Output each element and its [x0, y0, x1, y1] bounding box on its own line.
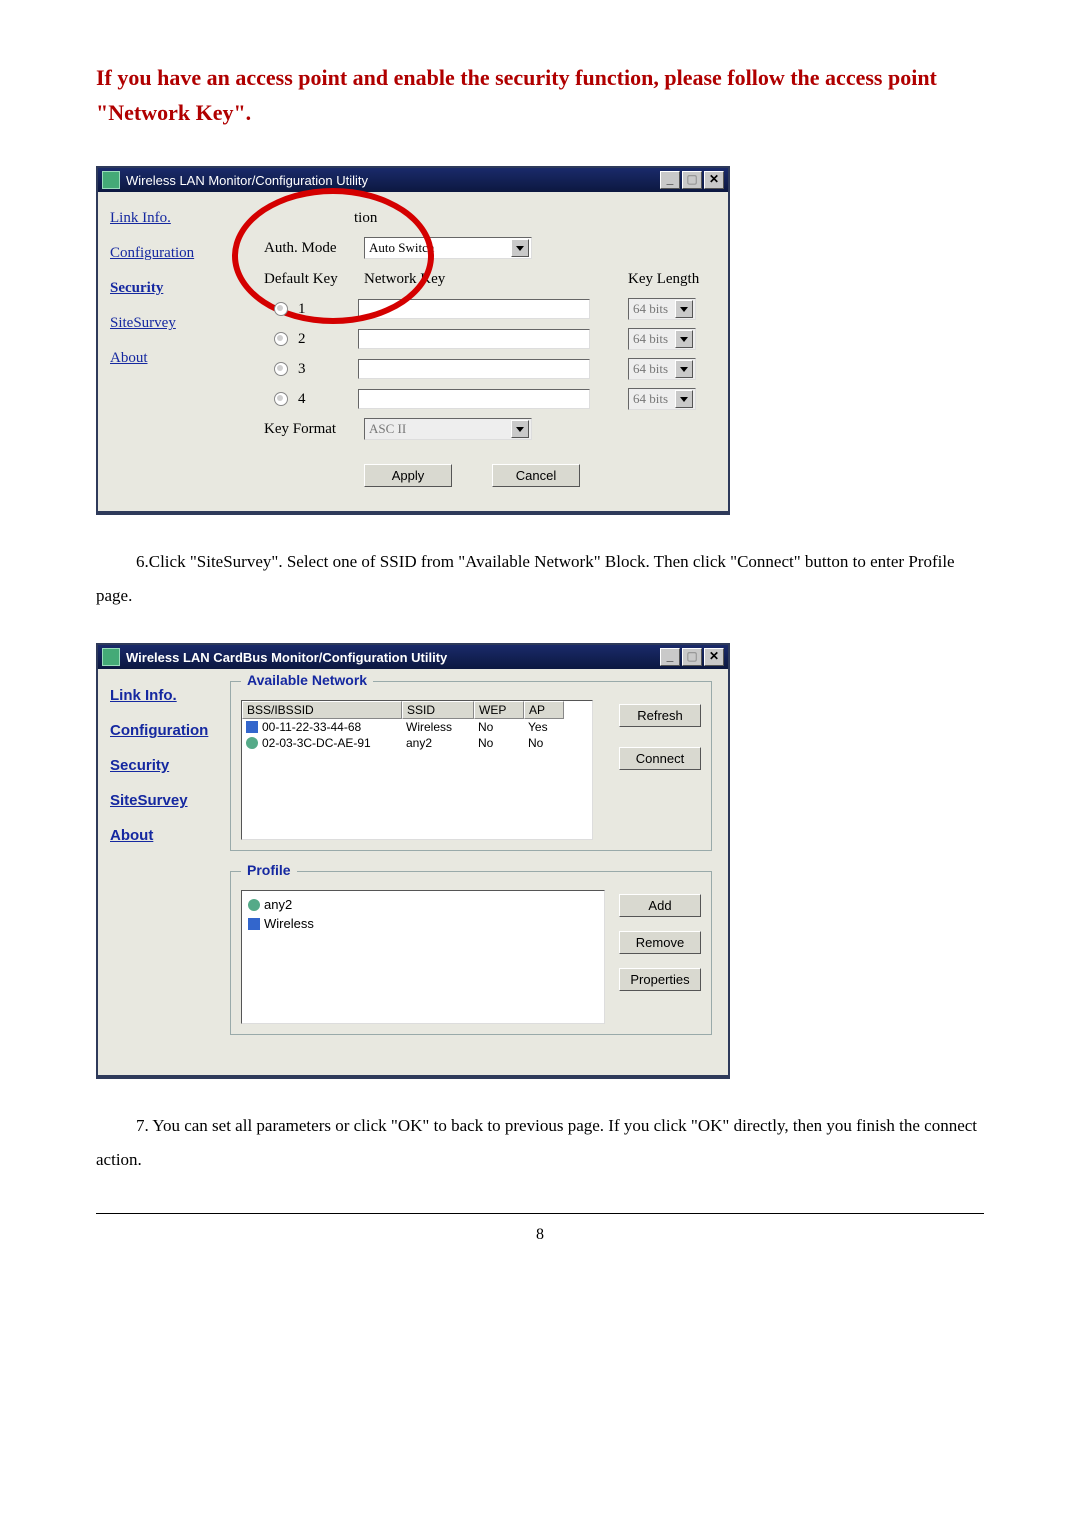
screenshot-sitesurvey: Wireless LAN CardBus Monitor/Configurati…: [96, 643, 730, 1079]
profile-legend: Profile: [241, 862, 297, 878]
key-length-1[interactable]: 64 bits: [628, 298, 696, 320]
key-length-label: Key Length: [628, 271, 718, 288]
screenshot-security: Wireless LAN Monitor/Configuration Utili…: [96, 166, 730, 515]
network-list-header: BSS/IBSSID SSID WEP AP: [242, 701, 592, 719]
default-key-label: Default Key: [264, 271, 364, 288]
available-network-group: Available Network BSS/IBSSID SSID WEP AP…: [230, 681, 712, 851]
side-nav: Link Info. Configuration Security SiteSu…: [98, 669, 218, 1075]
maximize-button[interactable]: ▢: [682, 171, 702, 189]
minimize-button[interactable]: _: [660, 648, 680, 666]
network-icon: [246, 721, 258, 733]
col-ap[interactable]: AP: [524, 701, 564, 719]
network-icon: [246, 737, 258, 749]
nav-link-info[interactable]: Link Info.: [110, 687, 218, 704]
available-network-legend: Available Network: [241, 672, 373, 688]
profile-row[interactable]: any2: [248, 897, 598, 912]
col-bss[interactable]: BSS/IBSSID: [242, 701, 402, 719]
network-row[interactable]: 02-03-3C-DC-AE-91 any2 No No: [242, 735, 592, 751]
cancel-button[interactable]: Cancel: [492, 464, 580, 487]
chevron-down-icon: [511, 420, 529, 438]
key-input-2[interactable]: [358, 329, 590, 349]
nav-link-info[interactable]: Link Info.: [110, 210, 254, 227]
properties-button[interactable]: Properties: [619, 968, 701, 991]
key-radio-4[interactable]: [274, 392, 288, 406]
key-slot-1: 1: [298, 301, 318, 318]
key-slot-4: 4: [298, 391, 318, 408]
key-length-2[interactable]: 64 bits: [628, 328, 696, 350]
col-ssid[interactable]: SSID: [402, 701, 474, 719]
auth-mode-dropdown[interactable]: Auto Switch: [364, 237, 532, 259]
window-titlebar: Wireless LAN CardBus Monitor/Configurati…: [98, 645, 728, 669]
app-icon: [102, 648, 120, 666]
nav-security[interactable]: Security: [110, 757, 218, 774]
key-format-value: ASC II: [369, 421, 406, 437]
col-wep[interactable]: WEP: [474, 701, 524, 719]
refresh-button[interactable]: Refresh: [619, 704, 701, 727]
page-rule: [96, 1213, 984, 1214]
callout-note: If you have an access point and enable t…: [96, 60, 984, 130]
app-icon: [102, 171, 120, 189]
key-input-4[interactable]: [358, 389, 590, 409]
minimize-button[interactable]: _: [660, 171, 680, 189]
chevron-down-icon: [675, 300, 693, 318]
chevron-down-icon: [675, 330, 693, 348]
network-key-label: Network Key: [364, 271, 594, 288]
nav-about[interactable]: About: [110, 350, 254, 367]
key-input-1[interactable]: [358, 299, 590, 319]
window-title: Wireless LAN CardBus Monitor/Configurati…: [126, 650, 447, 665]
key-length-4[interactable]: 64 bits: [628, 388, 696, 410]
nav-configuration[interactable]: Configuration: [110, 245, 254, 262]
nav-sitesurvey[interactable]: SiteSurvey: [110, 792, 218, 809]
chevron-down-icon: [511, 239, 529, 257]
nav-sitesurvey[interactable]: SiteSurvey: [110, 315, 254, 332]
network-list[interactable]: BSS/IBSSID SSID WEP AP 00-11-22-33-44-68…: [241, 700, 593, 840]
connect-button[interactable]: Connect: [619, 747, 701, 770]
key-format-label: Key Format: [264, 421, 364, 438]
chevron-down-icon: [675, 390, 693, 408]
profile-group: Profile any2 Wireless Add Remove Propert…: [230, 871, 712, 1035]
key-length-3[interactable]: 64 bits: [628, 358, 696, 380]
step-6-text: 6.Click "SiteSurvey". Select one of SSID…: [96, 545, 984, 613]
key-format-dropdown[interactable]: ASC II: [364, 418, 532, 440]
close-button[interactable]: ✕: [704, 648, 724, 666]
side-nav: Link Info. Configuration Security SiteSu…: [98, 192, 254, 511]
window-titlebar: Wireless LAN Monitor/Configuration Utili…: [98, 168, 728, 192]
security-content: tion Auth. Mode Auto Switch Default Key …: [254, 192, 728, 511]
key-input-3[interactable]: [358, 359, 590, 379]
profile-icon: [248, 899, 260, 911]
maximize-button[interactable]: ▢: [682, 648, 702, 666]
auth-mode-label: Auth. Mode: [264, 240, 364, 257]
network-row[interactable]: 00-11-22-33-44-68 Wireless No Yes: [242, 719, 592, 735]
data-encryption-label: tion: [354, 210, 377, 227]
add-button[interactable]: Add: [619, 894, 701, 917]
page-number: 8: [96, 1226, 984, 1244]
nav-about[interactable]: About: [110, 827, 218, 844]
profile-list[interactable]: any2 Wireless: [241, 890, 605, 1024]
key-slot-3: 3: [298, 361, 318, 378]
auth-mode-value: Auto Switch: [369, 240, 434, 256]
chevron-down-icon: [675, 360, 693, 378]
key-radio-2[interactable]: [274, 332, 288, 346]
apply-button[interactable]: Apply: [364, 464, 452, 487]
key-slot-2: 2: [298, 331, 318, 348]
step-7-text: 7. You can set all parameters or click "…: [96, 1109, 984, 1177]
key-radio-3[interactable]: [274, 362, 288, 376]
key-radio-1[interactable]: [274, 302, 288, 316]
nav-security[interactable]: Security: [110, 280, 254, 297]
nav-configuration[interactable]: Configuration: [110, 722, 218, 739]
sitesurvey-content: Available Network BSS/IBSSID SSID WEP AP…: [218, 669, 728, 1075]
close-button[interactable]: ✕: [704, 171, 724, 189]
window-title: Wireless LAN Monitor/Configuration Utili…: [126, 173, 368, 188]
profile-row[interactable]: Wireless: [248, 916, 598, 931]
profile-icon: [248, 918, 260, 930]
remove-button[interactable]: Remove: [619, 931, 701, 954]
